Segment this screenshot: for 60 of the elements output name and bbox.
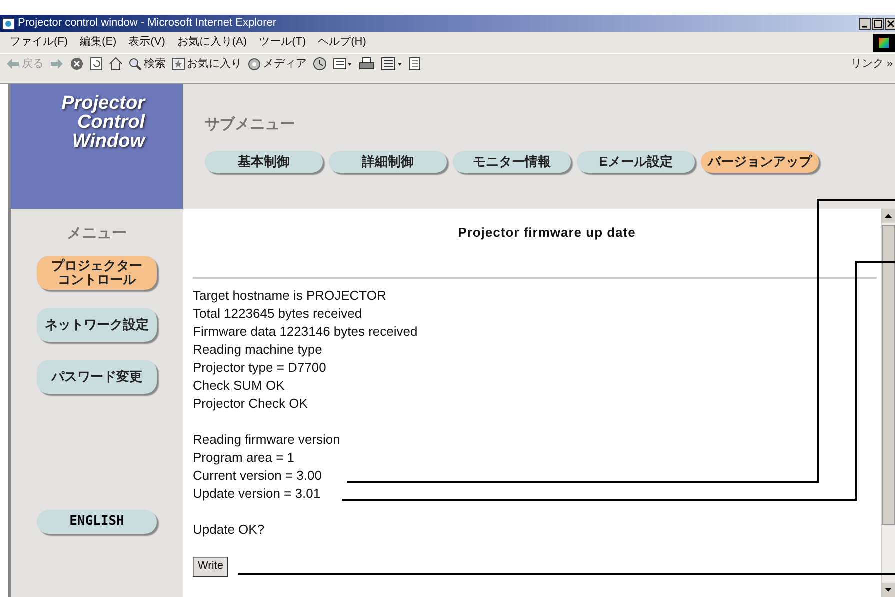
sidebar-button[interactable]: ネットワーク設定 — [37, 308, 157, 342]
submenu-title: サブメニュー — [205, 115, 296, 135]
scroll-up-icon[interactable] — [882, 209, 895, 223]
log-line: Program area = 1 — [193, 448, 295, 466]
write-button[interactable]: Write — [193, 556, 228, 576]
sidebar-button[interactable]: パスワード変更 — [37, 360, 157, 394]
log-line: Projector Check OK — [193, 394, 308, 412]
refresh-icon[interactable] — [90, 57, 103, 71]
minimize-icon[interactable] — [859, 18, 871, 30]
menu-item[interactable]: ヘルプ(H) — [318, 34, 366, 51]
home-icon[interactable] — [109, 57, 123, 71]
log-line: Reading machine type — [193, 340, 322, 358]
logo-text: Control — [77, 113, 145, 132]
folder-star-icon — [172, 58, 185, 70]
log-line: Firmware data 1223146 bytes received — [193, 322, 418, 340]
printer-icon[interactable] — [359, 57, 375, 71]
log-line: Total 1223645 bytes received — [193, 304, 362, 322]
media-icon — [248, 58, 261, 70]
submenu-tab[interactable]: バージョンアップ — [701, 150, 819, 172]
menu-item[interactable]: お気に入り(A) — [177, 34, 248, 51]
scroll-thumb[interactable] — [882, 225, 895, 525]
log-line: Reading firmware version — [193, 430, 340, 448]
log-line: Current version = 3.00 — [193, 466, 322, 484]
logo-text: Window — [72, 132, 145, 151]
log-line: Update OK? — [193, 520, 265, 538]
edit-icon[interactable] — [381, 57, 403, 71]
menu-item[interactable]: ツール(T) — [259, 34, 306, 51]
sidebar-button[interactable]: プロジェクター コントロール — [37, 256, 157, 290]
toolbar-button[interactable]: 検索 — [129, 56, 166, 72]
scroll-down-icon[interactable] — [882, 583, 895, 597]
history-icon[interactable] — [313, 57, 327, 71]
menu-item[interactable]: ファイル(F) — [10, 34, 68, 51]
submenu-tab[interactable]: モニター情報 — [453, 150, 571, 172]
submenu-tab[interactable]: 詳細制御 — [329, 150, 447, 172]
stop-icon[interactable] — [70, 57, 84, 71]
menu-item[interactable]: 表示(V) — [128, 34, 166, 51]
window-title: Projector control window - Microsoft Internet Explorer — [18, 16, 278, 32]
toolbar-button[interactable]: お気に入り — [172, 56, 242, 72]
browser-page-icon — [2, 18, 15, 30]
sidebar-title: メニュー — [67, 224, 127, 244]
logo-text: Projector — [62, 94, 145, 113]
log-line: Target hostname is PROJECTOR — [193, 286, 386, 304]
scrollbar[interactable] — [881, 209, 895, 597]
menu-item[interactable]: 編集(E) — [80, 34, 117, 51]
submenu-tab[interactable]: Eメール設定 — [577, 150, 695, 172]
mail-icon[interactable] — [333, 57, 353, 71]
toolbar-button[interactable]: メディア — [248, 56, 307, 72]
log-line: Update version = 3.01 — [193, 484, 321, 502]
windows-logo-icon — [873, 34, 895, 52]
links-button[interactable]: リンク » — [850, 56, 895, 72]
page-icon[interactable] — [409, 57, 421, 71]
log-line: Check SUM OK — [193, 376, 285, 394]
maximize-icon[interactable] — [872, 18, 884, 30]
log-line: Projector type = D7700 — [193, 358, 326, 376]
submenu-tab[interactable]: 基本制御 — [205, 150, 323, 172]
page-heading: Projector firmware up date — [458, 224, 636, 242]
magnifier-icon — [129, 58, 142, 70]
close-icon[interactable] — [885, 18, 895, 30]
back-arrow-icon — [6, 58, 20, 70]
language-button[interactable]: ENGLISH — [37, 510, 157, 534]
